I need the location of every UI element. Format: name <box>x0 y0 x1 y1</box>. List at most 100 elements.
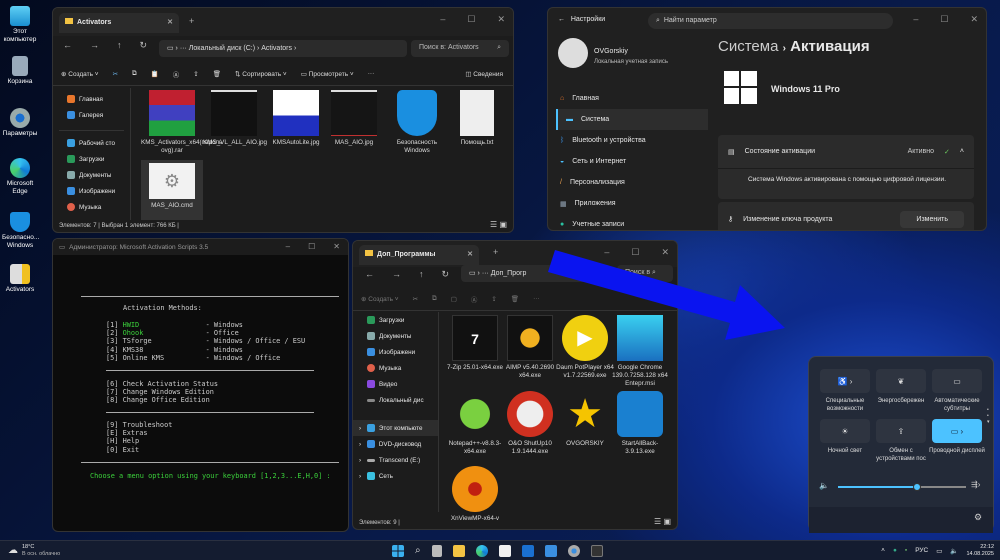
sidebar-item-desktop[interactable]: Рабочий сто <box>53 135 130 151</box>
sidebar-item-music[interactable]: Музыка <box>353 360 438 376</box>
sidebar-item-dvd[interactable]: › DVD-дисковод <box>353 436 438 452</box>
paste-icon[interactable]: 📋 <box>151 70 159 78</box>
copy-icon[interactable]: ⧉ <box>132 70 137 78</box>
sidebar-item-local-disk[interactable]: Локальный дис <box>353 392 438 408</box>
desktop-icon-edge[interactable]: Microsoft Edge <box>2 158 38 196</box>
settings-icon[interactable] <box>568 545 580 557</box>
new-tab-button[interactable]: + <box>189 16 194 26</box>
file-item[interactable]: ★OVGORSKIY <box>554 391 616 448</box>
search-input[interactable]: Поиск в: Activators⌕ <box>411 40 509 57</box>
sidebar-item-downloads[interactable]: Загрузки <box>53 151 130 167</box>
sidebar-item-gallery[interactable]: Галерея <box>53 107 130 123</box>
nav-personalization[interactable]: /Персонализация <box>548 172 708 193</box>
settings-gear-icon[interactable]: ⚙ <box>974 512 982 523</box>
terminal-prompt[interactable]: Choose a menu option using your keyboard… <box>90 472 331 480</box>
maximize-icon[interactable]: ☐ <box>940 14 948 25</box>
sidebar-item-network[interactable]: › Сеть <box>353 468 438 484</box>
paste-icon[interactable]: ▢ <box>451 295 457 303</box>
new-tab-button[interactable]: + <box>493 247 498 257</box>
view-toggle[interactable]: ☰ ▣ <box>490 220 507 229</box>
sort-button[interactable]: ⇅ Сортировать ˅ <box>235 70 287 78</box>
up-icon[interactable]: ↑ <box>117 40 122 51</box>
volume-slider[interactable] <box>838 486 966 488</box>
tab-programs[interactable]: Доп_Программы✕ <box>359 245 479 265</box>
file-item[interactable]: KMSAutoLite.jpg <box>265 90 327 147</box>
file-item[interactable]: Помощь.txt <box>446 90 508 147</box>
tile-accessibility[interactable]: ♿ › <box>820 369 870 393</box>
maximize-icon[interactable]: ☐ <box>308 242 315 251</box>
file-item[interactable]: O&O ShutUp10 1.9.1444.exe <box>499 391 561 456</box>
up-icon[interactable]: ↑ <box>419 269 424 280</box>
back-icon[interactable]: ← <box>63 40 72 51</box>
sidebar-item-music[interactable]: Музыка <box>53 199 130 215</box>
file-item-selected[interactable]: ⚙MAS_AIO.cmd <box>141 160 203 220</box>
desktop-icon-recycle-bin[interactable]: Корзина <box>2 56 38 86</box>
desktop-icon-settings[interactable]: Параметры <box>2 108 38 138</box>
sidebar-item-videos[interactable]: Видео <box>353 376 438 392</box>
nav-apps[interactable]: ▦Приложения <box>548 193 708 214</box>
tab-activators[interactable]: Activators✕ <box>59 13 179 33</box>
speaker-icon[interactable]: 🔈 <box>819 481 829 490</box>
view-button[interactable]: ▭ Просмотреть ˅ <box>301 70 354 78</box>
file-item[interactable]: 77-Zip 25.01-x64.exe <box>444 315 506 372</box>
tile-live-captions[interactable]: ▭ <box>932 369 982 393</box>
edge-icon[interactable] <box>476 545 488 557</box>
details-button[interactable]: ◫ Сведения <box>465 70 503 78</box>
file-item[interactable]: MAS_AIO.jpg <box>323 90 385 147</box>
sidebar-item-pictures[interactable]: Изображени <box>353 344 438 360</box>
search-icon[interactable]: ⌕ <box>415 545 421 556</box>
create-button[interactable]: ⊕ Создать ˅ <box>361 295 399 303</box>
weather-widget[interactable]: ☁ 18°CВ осн. облачно <box>8 544 60 558</box>
media-icon[interactable] <box>545 545 557 557</box>
close-icon[interactable]: ✕ <box>497 14 505 25</box>
language-indicator[interactable]: РУС <box>915 547 928 554</box>
back-icon[interactable]: ← <box>365 269 374 280</box>
page-dots[interactable]: ••▾ <box>987 407 990 425</box>
start-icon[interactable] <box>392 545 404 557</box>
refresh-icon[interactable]: ↻ <box>442 269 450 280</box>
rename-icon[interactable]: Ⓐ <box>471 294 478 304</box>
close-tab-icon[interactable]: ✕ <box>467 250 473 258</box>
file-item[interactable]: XnViewMP-x64-v <box>444 466 506 523</box>
tile-nearby-sharing[interactable]: ⇪ <box>876 419 926 443</box>
delete-icon[interactable]: 🗑 <box>213 70 221 78</box>
activation-state-card[interactable]: ▤Состояние активацииАктивно✓˄ Система Wi… <box>718 135 974 199</box>
cut-icon[interactable]: ✂ <box>113 70 118 78</box>
sidebar-item-home[interactable]: Главная <box>53 91 130 107</box>
desktop-icon-activators[interactable]: Activators <box>2 264 38 294</box>
minimize-icon[interactable]: – <box>913 14 918 25</box>
file-item[interactable]: KMS_VL_ALL_AIO.jpg <box>203 90 265 147</box>
sidebar-item-documents[interactable]: Документы <box>53 167 130 183</box>
view-toggle[interactable]: ☰ ▣ <box>654 517 671 526</box>
outlook-icon[interactable] <box>522 545 534 557</box>
more-icon[interactable]: ··· <box>533 295 540 302</box>
share-icon[interactable]: ⇪ <box>491 295 496 303</box>
tile-cast[interactable]: ▭ › <box>932 419 982 443</box>
nav-accounts[interactable]: ●Учетные записи <box>548 214 708 231</box>
close-icon[interactable]: ✕ <box>970 14 978 25</box>
more-icon[interactable]: ··· <box>368 70 375 77</box>
file-item[interactable]: Безопасность Windows <box>386 90 448 155</box>
file-item[interactable]: KMS_Activators_x64(пароль ovg).rar <box>141 90 203 155</box>
settings-search-input[interactable]: ⌕ Найти параметр <box>648 13 893 29</box>
close-icon[interactable]: ✕ <box>333 242 340 251</box>
breadcrumb-parent[interactable]: Система <box>718 38 778 55</box>
file-item[interactable]: Notepad++-v8.8.3-x64.exe <box>444 391 506 456</box>
nav-home[interactable]: ⌂Главная <box>548 88 708 109</box>
nav-system[interactable]: ▬Система <box>556 109 708 130</box>
tile-night-light[interactable]: ☀ <box>820 419 870 443</box>
volume-icon[interactable]: 🔈 <box>950 547 958 555</box>
file-item[interactable]: StartAllBack-3.9.13.exe <box>609 391 671 456</box>
volume-thumb[interactable] <box>913 483 921 491</box>
nav-network[interactable]: ◒Сеть и Интернет <box>548 151 708 172</box>
back-icon[interactable]: ← <box>558 16 565 23</box>
store-icon[interactable] <box>499 545 511 557</box>
share-icon[interactable]: ⇪ <box>193 70 198 78</box>
tray-app-icon[interactable]: ▪ <box>905 547 907 554</box>
sidebar-item-downloads[interactable]: Загрузки <box>353 312 438 328</box>
refresh-icon[interactable]: ↻ <box>140 40 148 51</box>
file-explorer-icon[interactable] <box>453 545 465 557</box>
forward-icon[interactable]: → <box>392 269 401 280</box>
change-key-button[interactable]: Изменить <box>900 211 964 228</box>
desktop-icon-security[interactable]: Безопасно... Windows <box>2 212 38 250</box>
